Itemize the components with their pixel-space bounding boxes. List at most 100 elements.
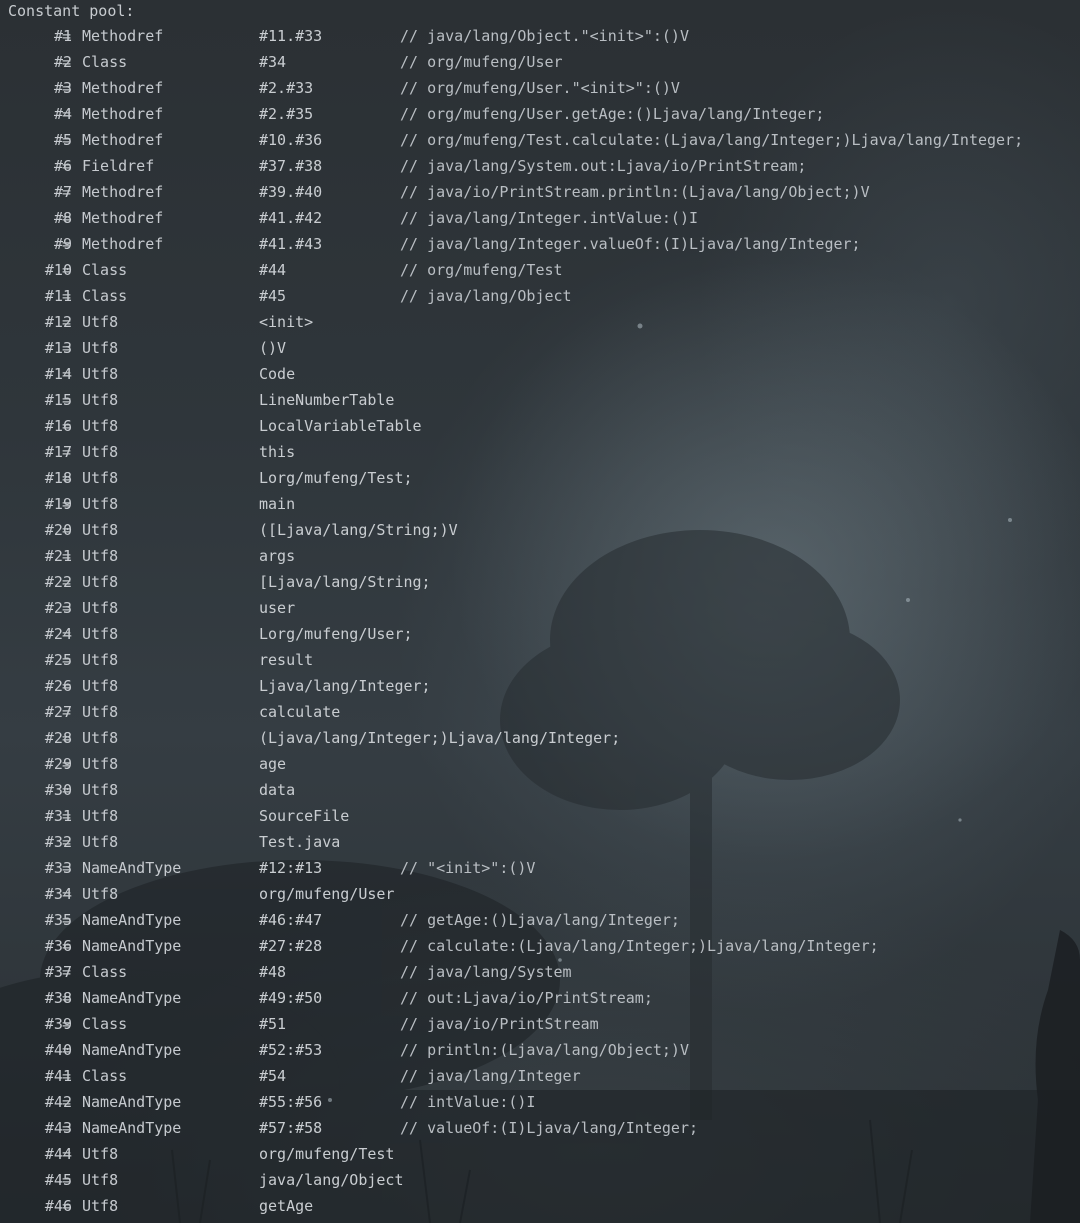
- entry-value: this: [259, 443, 296, 461]
- entry-tag: Utf8: [82, 625, 119, 643]
- entry-value: #41.#42: [259, 209, 323, 227]
- constant-pool-entry: #8 = Methodref #41.#42// java/lang/Integer.…: [0, 205, 1080, 231]
- constant-pool-entry: #2 = Class #34// org/mufeng/User: [0, 49, 1080, 75]
- entry-tag: NameAndType: [82, 1093, 182, 1111]
- entry-equals-sign: =: [62, 131, 72, 149]
- entry-value: SourceFile: [259, 807, 350, 825]
- entry-equals-sign: =: [62, 911, 72, 929]
- constant-pool-entry: #24 = Utf8 Lorg/mufeng/User;: [0, 621, 1080, 647]
- entry-comment: // org/mufeng/Test.calculate:(Ljava/lang…: [400, 131, 1024, 149]
- constant-pool-entry: #38 = NameAndType #49:#50// out:Ljava/io/Pr…: [0, 985, 1080, 1011]
- entry-comment: // java/lang/Object: [400, 287, 572, 305]
- entry-tag: Utf8: [82, 339, 119, 357]
- entry-equals-sign: =: [62, 989, 72, 1007]
- entry-tag: Utf8: [82, 677, 119, 695]
- entry-tag: NameAndType: [82, 1041, 182, 1059]
- constant-pool-entry: #34 = Utf8 org/mufeng/User: [0, 881, 1080, 907]
- entry-value: java/lang/Object: [259, 1171, 404, 1189]
- entry-equals-sign: =: [62, 27, 72, 45]
- constant-pool-entry: #27 = Utf8 calculate: [0, 699, 1080, 725]
- constant-pool-entry: #42 = NameAndType #55:#56// intValue:()I: [0, 1089, 1080, 1115]
- entry-equals-sign: =: [62, 261, 72, 279]
- constant-pool-entry: #31 = Utf8 SourceFile: [0, 803, 1080, 829]
- constant-pool-entry: #35 = NameAndType #46:#47// getAge:()Ljava/…: [0, 907, 1080, 933]
- entry-tag: Methodref: [82, 27, 164, 45]
- entry-value: (Ljava/lang/Integer;)Ljava/lang/Integer;: [259, 729, 621, 747]
- entry-value: [Ljava/lang/String;: [259, 573, 431, 591]
- entry-value: #2.#33: [259, 79, 314, 97]
- entry-comment: // getAge:()Ljava/lang/Integer;: [400, 911, 680, 929]
- entry-tag: Class: [82, 287, 128, 305]
- entry-equals-sign: =: [62, 235, 72, 253]
- entry-tag: Utf8: [82, 469, 119, 487]
- constant-pool-entry: #43 = NameAndType #57:#58// valueOf:(I)Ljav…: [0, 1115, 1080, 1141]
- entry-value: #46:#47: [259, 911, 323, 929]
- entry-comment: // calculate:(Ljava/lang/Integer;)Ljava/…: [400, 937, 879, 955]
- constant-pool-entry: #10 = Class #44// org/mufeng/Test: [0, 257, 1080, 283]
- entry-value: #12:#13: [259, 859, 323, 877]
- entry-equals-sign: =: [62, 183, 72, 201]
- entry-equals-sign: =: [62, 157, 72, 175]
- entry-equals-sign: =: [62, 885, 72, 903]
- entry-equals-sign: =: [62, 1041, 72, 1059]
- constant-pool-entry: #6 = Fieldref #37.#38// java/lang/System.ou…: [0, 153, 1080, 179]
- entry-value: #37.#38: [259, 157, 323, 175]
- entry-equals-sign: =: [62, 573, 72, 591]
- entry-tag: Class: [82, 963, 128, 981]
- entry-tag: Class: [82, 1015, 128, 1033]
- entry-value: Test.java: [259, 833, 341, 851]
- constant-pool-entry: #13 = Utf8 ()V: [0, 335, 1080, 361]
- entry-comment: // java/lang/System: [400, 963, 572, 981]
- entry-tag: Methodref: [82, 235, 164, 253]
- entry-equals-sign: =: [62, 625, 72, 643]
- entry-equals-sign: =: [62, 105, 72, 123]
- entry-tag: NameAndType: [82, 989, 182, 1007]
- entry-comment: // org/mufeng/User: [400, 53, 563, 71]
- entry-value: org/mufeng/User: [259, 885, 395, 903]
- entry-equals-sign: =: [62, 1119, 72, 1137]
- entry-tag: Class: [82, 53, 128, 71]
- entry-equals-sign: =: [62, 365, 72, 383]
- entry-tag: NameAndType: [82, 859, 182, 877]
- constant-pool-list: #1 = Methodref #11.#33// java/lang/Object."…: [0, 23, 1080, 1219]
- constant-pool-entry: #18 = Utf8 Lorg/mufeng/Test;: [0, 465, 1080, 491]
- entry-equals-sign: =: [62, 521, 72, 539]
- entry-value: LocalVariableTable: [259, 417, 422, 435]
- constant-pool-entry: #3 = Methodref #2.#33// org/mufeng/User."<i…: [0, 75, 1080, 101]
- entry-tag: Utf8: [82, 703, 119, 721]
- entry-value: result: [259, 651, 314, 669]
- constant-pool-entry: #32 = Utf8 Test.java: [0, 829, 1080, 855]
- entry-tag: Utf8: [82, 573, 119, 591]
- entry-comment: // valueOf:(I)Ljava/lang/Integer;: [400, 1119, 699, 1137]
- entry-value: #54: [259, 1067, 287, 1085]
- entry-value: data: [259, 781, 296, 799]
- entry-tag: Utf8: [82, 495, 119, 513]
- constant-pool-entry: #45 = Utf8 java/lang/Object: [0, 1167, 1080, 1193]
- javap-output-console[interactable]: Constant pool: #1 = Methodref #11.#33// jav…: [0, 0, 1080, 1223]
- entry-equals-sign: =: [62, 53, 72, 71]
- entry-value: #51: [259, 1015, 287, 1033]
- constant-pool-entry: #15 = Utf8 LineNumberTable: [0, 387, 1080, 413]
- entry-comment: // java/lang/Object."<init>":()V: [400, 27, 689, 45]
- entry-value: #45: [259, 287, 287, 305]
- entry-value: <init>: [259, 313, 314, 331]
- entry-equals-sign: =: [62, 859, 72, 877]
- entry-value: Lorg/mufeng/Test;: [259, 469, 413, 487]
- entry-equals-sign: =: [62, 313, 72, 331]
- entry-tag: Class: [82, 1067, 128, 1085]
- constant-pool-entry: #5 = Methodref #10.#36// org/mufeng/Test.ca…: [0, 127, 1080, 153]
- entry-tag: Methodref: [82, 183, 164, 201]
- entry-tag: Utf8: [82, 729, 119, 747]
- entry-tag: Utf8: [82, 365, 119, 383]
- entry-value: age: [259, 755, 287, 773]
- entry-value: #10.#36: [259, 131, 323, 149]
- entry-tag: Utf8: [82, 1171, 119, 1189]
- entry-tag: Utf8: [82, 521, 119, 539]
- entry-tag: Utf8: [82, 755, 119, 773]
- entry-tag: Utf8: [82, 443, 119, 461]
- entry-equals-sign: =: [62, 833, 72, 851]
- entry-value: args: [259, 547, 296, 565]
- entry-value: #34: [259, 53, 287, 71]
- entry-comment: // java/io/PrintStream.println:(Ljava/la…: [400, 183, 870, 201]
- entry-equals-sign: =: [62, 599, 72, 617]
